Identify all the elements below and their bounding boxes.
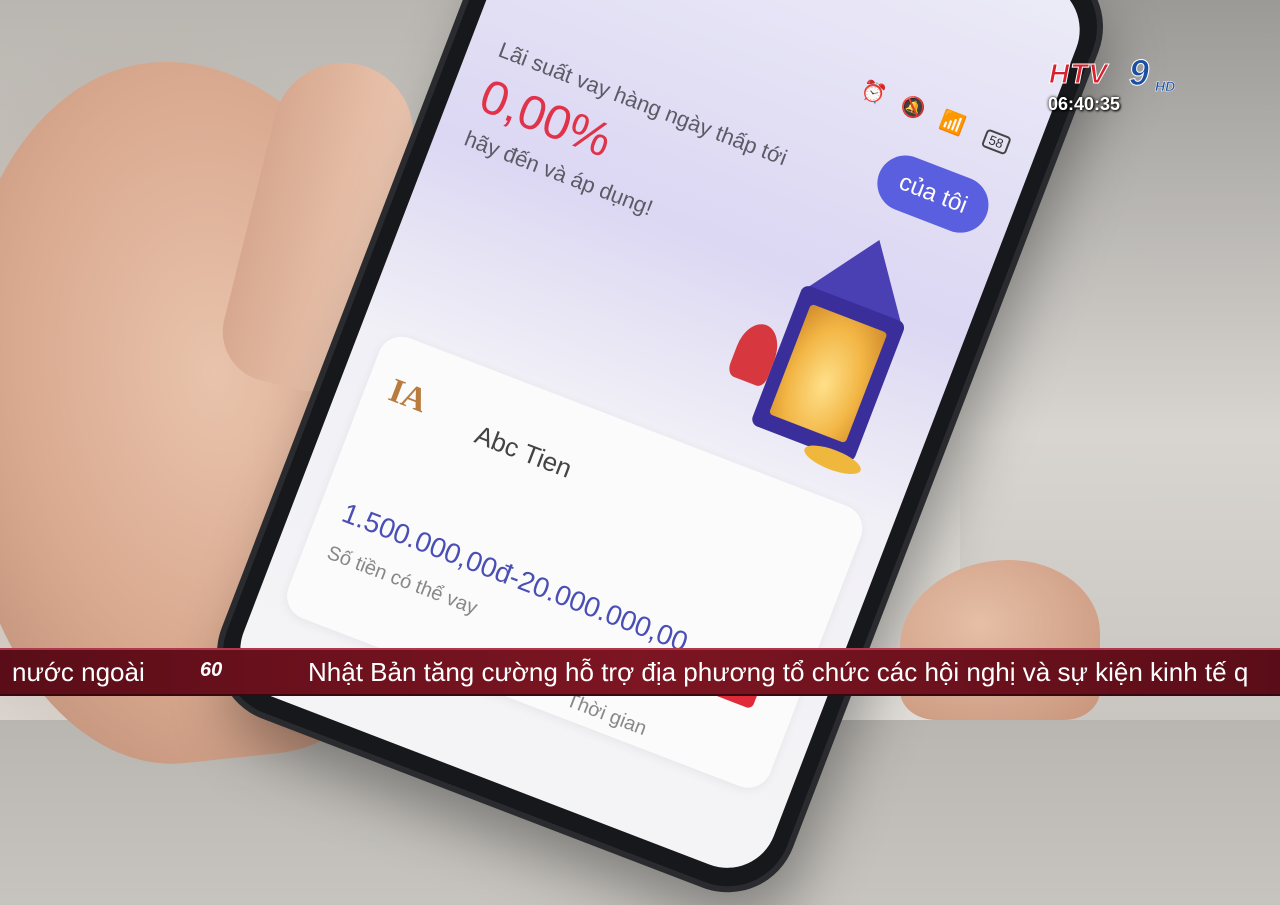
channel-logo: HTV 9 HD	[1045, 52, 1185, 98]
status-icons: ⏰ 🔕 📶 58	[857, 76, 1013, 156]
app-title: reatVay	[526, 0, 612, 3]
battery-icon: 58	[980, 128, 1012, 156]
loan-term-label: Thời gian	[563, 689, 650, 741]
news-ticker: nước ngoài 60 Nhật Bản tăng cường hỗ trợ…	[0, 648, 1280, 696]
broadcast-clock: 06:40:35	[1048, 94, 1121, 114]
ticker-logo: 60	[200, 659, 223, 681]
ticker-headline: Nhật Bản tăng cường hỗ trợ địa phương tổ…	[308, 657, 1249, 687]
channel-number: 9	[1128, 52, 1150, 94]
lender-name: Abc Tien	[470, 419, 577, 484]
status-icons-glyphs: ⏰ 🔕 📶	[857, 78, 974, 141]
channel-name: HTV	[1049, 58, 1108, 90]
channel-hd-badge: HD	[1155, 78, 1176, 95]
finger	[900, 560, 1100, 720]
ticker-previous-text: nước ngoài	[12, 657, 145, 687]
lender-logo: IA	[383, 371, 433, 420]
